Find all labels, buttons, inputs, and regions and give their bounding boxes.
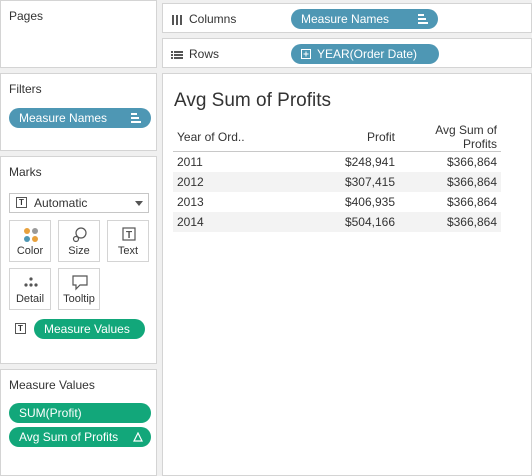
tooltip-bubble-icon — [72, 275, 88, 291]
avg-cell: $366,864 — [446, 155, 497, 169]
measure-values-card[interactable]: Measure Values SUM(Profit) Avg Sum of Pr… — [0, 369, 157, 476]
sum-profit-label: SUM(Profit) — [19, 406, 82, 420]
columns-icon — [172, 14, 182, 25]
filters-card[interactable]: Filters Measure Names — [0, 73, 157, 151]
col-header-profit[interactable]: Profit — [271, 123, 399, 152]
text-mark-icon: T — [16, 197, 27, 208]
profit-cell: $504,166 — [271, 212, 399, 232]
rows-shelf[interactable]: Rows YEAR(Order Date) — [162, 38, 532, 68]
measure-values-pill-label: Measure Values — [44, 322, 130, 336]
col-header-year[interactable]: Year of Ord.. — [173, 123, 271, 152]
size-icon — [72, 227, 87, 243]
filter-pill-measure-names[interactable]: Measure Names — [9, 108, 151, 128]
chevron-down-icon[interactable] — [135, 201, 143, 206]
rows-label-text: Rows — [189, 47, 220, 61]
table-row[interactable]: 2013 $406,935 $366,864 — [173, 192, 501, 212]
avg-sum-profits-pill[interactable]: Avg Sum of Profits — [9, 427, 151, 447]
columns-pill-label: Measure Names — [301, 12, 390, 26]
year-cell: 2013 — [177, 195, 204, 209]
profit-cell: $406,935 — [344, 195, 395, 209]
measure-values-pill[interactable]: Measure Values — [34, 319, 145, 339]
year-cell: 2012 — [173, 172, 271, 192]
expand-plus-icon[interactable] — [301, 49, 311, 59]
avg-sum-profits-label: Avg Sum of Profits — [19, 430, 119, 444]
tooltip-button[interactable]: Tooltip — [58, 268, 100, 310]
view-title: Avg Sum of Profits — [174, 90, 331, 111]
color-button[interactable]: Color — [9, 220, 51, 262]
detail-dots-icon — [24, 277, 38, 287]
rows-pill-label: YEAR(Order Date) — [317, 47, 418, 61]
mark-type-dropdown[interactable]: T Automatic — [9, 193, 149, 213]
columns-shelf-label: Columns — [171, 12, 236, 26]
rows-icon — [171, 50, 183, 59]
avg-cell: $366,864 — [399, 172, 501, 192]
pages-card[interactable]: Pages — [0, 0, 157, 68]
profit-cell: $307,415 — [271, 172, 399, 192]
mark-type-value: Automatic — [34, 196, 88, 210]
sum-profit-pill[interactable]: SUM(Profit) — [9, 403, 151, 423]
marks-card[interactable]: Marks T Automatic Color Size T Text Deta… — [0, 156, 157, 364]
filter-lines-icon — [131, 113, 141, 123]
svg-text:T: T — [126, 230, 132, 241]
filters-title: Filters — [9, 82, 42, 96]
size-label: Size — [68, 245, 90, 257]
filter-pill-label: Measure Names — [19, 111, 108, 125]
tooltip-label: Tooltip — [63, 293, 95, 305]
avg-cell: $366,864 — [399, 212, 501, 232]
data-table: Year of Ord.. Profit Avg Sum of Profits … — [173, 123, 501, 232]
text-encoding-icon: T — [15, 323, 26, 334]
avg-cell: $366,864 — [446, 195, 497, 209]
pages-title: Pages — [9, 9, 44, 23]
col-header-avg-sum-profits[interactable]: Avg Sum of Profits — [399, 123, 501, 152]
table-row[interactable]: 2014 $504,166 $366,864 — [173, 212, 501, 232]
columns-measure-names-pill[interactable]: Measure Names — [291, 9, 438, 29]
year-cell: 2011 — [177, 155, 203, 169]
table-row[interactable]: 2011 $248,941 $366,864 — [173, 152, 501, 173]
color-dots-icon — [24, 228, 38, 242]
marks-title: Marks — [9, 165, 42, 179]
text-icon: T — [122, 227, 136, 241]
columns-label-text: Columns — [189, 12, 237, 26]
measure-values-title: Measure Values — [9, 378, 95, 392]
table-row[interactable]: 2012 $307,415 $366,864 — [173, 172, 501, 192]
size-button[interactable]: Size — [58, 220, 100, 262]
detail-button[interactable]: Detail — [9, 268, 51, 310]
year-cell: 2014 — [173, 212, 271, 232]
columns-shelf[interactable]: Columns Measure Names — [162, 3, 532, 33]
detail-label: Detail — [15, 293, 45, 305]
text-button[interactable]: T Text — [107, 220, 149, 262]
text-label: Text — [117, 245, 139, 257]
color-label: Color — [16, 245, 44, 257]
view-panel[interactable]: Avg Sum of Profits Year of Ord.. Profit … — [162, 73, 532, 476]
rows-year-order-date-pill[interactable]: YEAR(Order Date) — [291, 44, 439, 64]
profit-cell: $248,941 — [344, 155, 395, 169]
rows-shelf-label: Rows — [171, 47, 219, 61]
columns-pill-lines-icon — [418, 14, 428, 24]
delta-icon — [133, 432, 143, 442]
